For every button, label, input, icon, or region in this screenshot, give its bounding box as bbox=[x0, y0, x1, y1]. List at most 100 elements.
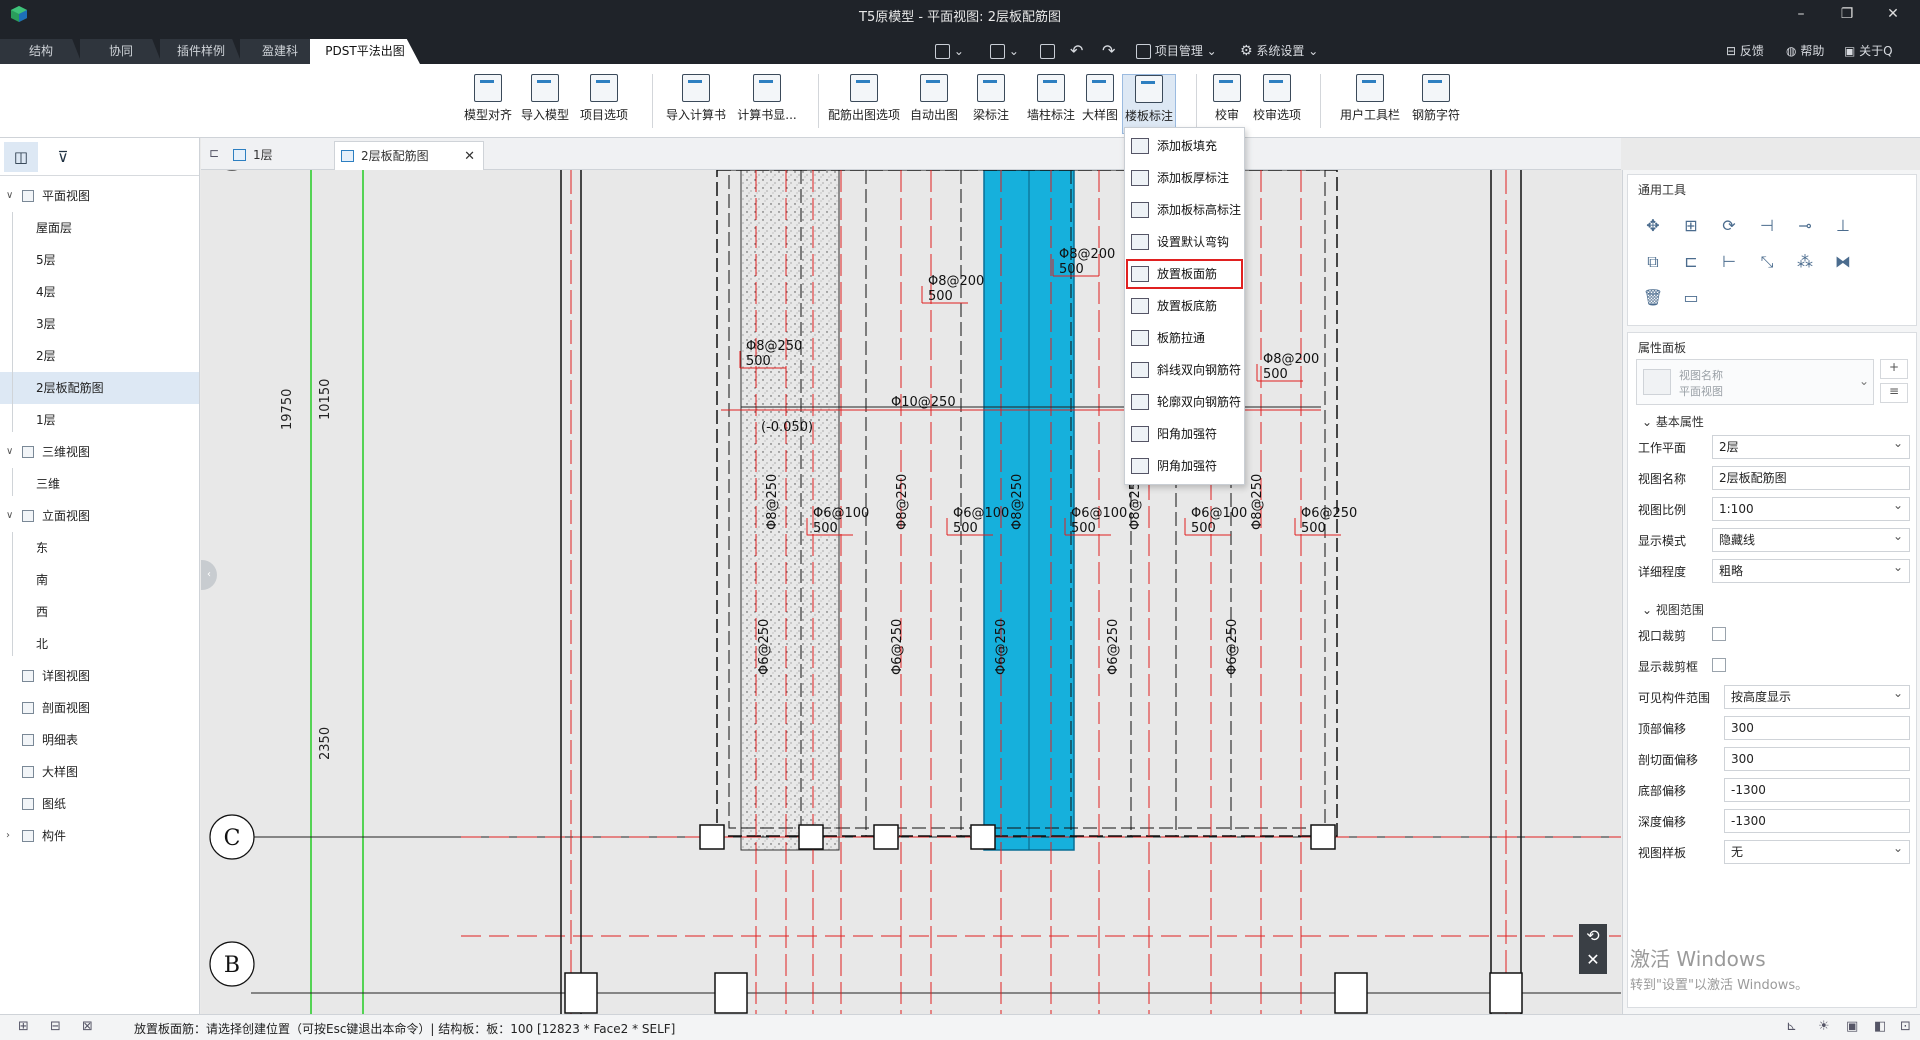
property-select[interactable]: 隐藏线 bbox=[1712, 525, 1910, 552]
tree-item[interactable]: 1层 bbox=[0, 404, 199, 436]
tree-item[interactable]: 2层 bbox=[0, 340, 199, 372]
close-widget-icon[interactable]: ✕ bbox=[1579, 948, 1607, 972]
property-checkbox[interactable] bbox=[1712, 627, 1726, 641]
tree-toggle-icon[interactable]: › bbox=[6, 820, 10, 852]
ribbon-button[interactable]: 配筋出图选项 bbox=[826, 74, 902, 134]
tree-item[interactable]: 3层 bbox=[0, 308, 199, 340]
property-select[interactable]: 1:100 bbox=[1712, 494, 1910, 521]
slab-menu-item[interactable]: 板筋拉通 bbox=[1125, 322, 1244, 354]
align-icon[interactable]: ⊢ bbox=[1718, 251, 1740, 273]
duplicate-icon[interactable]: ⧉ bbox=[1642, 251, 1664, 273]
tree-toggle-icon[interactable]: ∨ bbox=[6, 500, 13, 532]
delete-icon[interactable]: 🗑 bbox=[1642, 287, 1664, 309]
tree-item[interactable]: 明细表 bbox=[0, 724, 199, 756]
project-management-menu[interactable]: 项目管理 ⌄ bbox=[1136, 40, 1217, 62]
redo-icon[interactable]: ↷ bbox=[1102, 40, 1115, 62]
view-range-section[interactable]: ⌄ 视图范围 bbox=[1642, 601, 1704, 618]
ribbon-button[interactable]: 墙柱标注 bbox=[1024, 74, 1078, 134]
property-input[interactable]: -1300 bbox=[1724, 778, 1910, 802]
open-file-icon[interactable]: ⌄ bbox=[990, 40, 1019, 62]
measure-icon[interactable]: ▭ bbox=[1680, 287, 1702, 309]
tree-item[interactable]: 图纸 bbox=[0, 788, 199, 820]
minimize-button[interactable]: – bbox=[1778, 0, 1824, 28]
copy-icon[interactable]: ⊞ bbox=[1680, 215, 1702, 237]
view-type-selector[interactable]: 视图名称 平面视图 ⌄ bbox=[1636, 359, 1874, 405]
slab-menu-item[interactable]: 轮廓双向钢筋符 bbox=[1125, 386, 1244, 418]
property-input[interactable]: 300 bbox=[1724, 716, 1910, 740]
type-list-icon[interactable]: ≡ bbox=[1880, 383, 1908, 403]
bulb-icon[interactable]: ☀ bbox=[1818, 1019, 1830, 1034]
tree-item[interactable]: › 构件 bbox=[0, 820, 199, 852]
zoom-fit-icon[interactable]: ⊡ bbox=[1900, 1019, 1911, 1034]
tree-item[interactable]: 剖面视图 bbox=[0, 692, 199, 724]
layout-tile-icon[interactable]: ⊠ bbox=[82, 1019, 93, 1034]
close-tab-icon[interactable]: ✕ bbox=[464, 142, 475, 171]
ribbon-button[interactable]: 校审 bbox=[1212, 74, 1242, 134]
tree-item[interactable]: ∨ 平面视图 bbox=[0, 180, 199, 212]
property-input[interactable]: 300 bbox=[1724, 747, 1910, 771]
feedback-link[interactable]: ⊟ 反馈 bbox=[1726, 40, 1764, 62]
tree-item[interactable]: 2层板配筋图 bbox=[0, 372, 199, 404]
basic-props-section[interactable]: ⌄ 基本属性 bbox=[1642, 413, 1704, 430]
slab-menu-item[interactable]: 添加板标高标注 bbox=[1125, 194, 1244, 226]
tree-item[interactable]: 详图视图 bbox=[0, 660, 199, 692]
ribbon-button[interactable]: 计算书显... bbox=[730, 74, 804, 134]
about-link[interactable]: ▣ 关于Q bbox=[1844, 40, 1893, 62]
property-input[interactable]: -1300 bbox=[1724, 809, 1910, 833]
save-icon[interactable] bbox=[1040, 40, 1055, 62]
move-icon[interactable]: ✥ bbox=[1642, 215, 1664, 237]
rotate-tool-icon[interactable]: ⟳ bbox=[1718, 215, 1740, 237]
tab-list-icon[interactable]: ⊏ bbox=[209, 146, 219, 160]
ribbon-button[interactable]: 楼板标注 bbox=[1122, 74, 1176, 134]
tree-item[interactable]: ∨ 三维视图 bbox=[0, 436, 199, 468]
property-select[interactable]: 粗略 bbox=[1712, 556, 1910, 583]
drawing-canvas[interactable]: C B 19750 10150 2350 Φ8@250 500 Φ8@200 500 Φ8@200… bbox=[201, 170, 1621, 1014]
tree-item[interactable]: 大样图 bbox=[0, 756, 199, 788]
slab-menu-item[interactable]: 设置默认弯钩 bbox=[1125, 226, 1244, 258]
ribbon-button[interactable]: 导入计算书 bbox=[662, 74, 730, 134]
new-file-icon[interactable]: ⌄ bbox=[935, 40, 964, 62]
maximize-button[interactable]: ❐ bbox=[1824, 0, 1870, 28]
ribbon-button[interactable]: 钢筋字符 bbox=[1408, 74, 1464, 134]
tree-toggle-icon[interactable]: ∨ bbox=[6, 180, 13, 212]
plan-drawing[interactable]: CB19750 101502350Φ8@250500Φ8@200500Φ8@200… bbox=[201, 170, 1621, 1014]
slab-menu-item[interactable]: 添加板填充 bbox=[1125, 130, 1244, 162]
tree-item[interactable]: 屋面层 bbox=[0, 212, 199, 244]
scale-icon[interactable]: ⤡ bbox=[1756, 251, 1778, 273]
split-icon[interactable]: ⊸ bbox=[1794, 215, 1816, 237]
ribbon-button[interactable]: 梁标注 bbox=[966, 74, 1016, 134]
layout-split-icon[interactable]: ⊟ bbox=[50, 1019, 61, 1034]
layout-grid-icon[interactable]: ⊞ bbox=[18, 1019, 29, 1034]
slab-menu-item[interactable]: 阳角加强符 bbox=[1125, 418, 1244, 450]
ribbon-button[interactable]: 大样图 bbox=[1080, 74, 1120, 134]
mirror-icon[interactable]: ⧓ bbox=[1832, 251, 1854, 273]
array-icon[interactable]: ⁂ bbox=[1794, 251, 1816, 273]
slab-menu-item[interactable]: 斜线双向钢筋符 bbox=[1125, 354, 1244, 386]
undo-icon[interactable]: ↶ bbox=[1070, 40, 1083, 62]
extend-icon[interactable]: ⊥ bbox=[1832, 215, 1854, 237]
panel-toggle-icon[interactable]: ◫ bbox=[4, 142, 38, 172]
tree-item[interactable]: 北 bbox=[0, 628, 199, 660]
ribbon-button[interactable]: 导入模型 bbox=[520, 74, 570, 134]
document-tab[interactable]: 2层板配筋图 ✕ bbox=[334, 141, 484, 170]
document-tab[interactable]: 1层 bbox=[227, 141, 331, 170]
ribbon-tab[interactable]: 盈建科 bbox=[240, 39, 320, 64]
tree-item[interactable]: 4层 bbox=[0, 276, 199, 308]
slab-menu-item[interactable]: 放置板底筋 bbox=[1125, 290, 1244, 322]
ribbon-tab[interactable]: 协同 bbox=[80, 39, 162, 64]
property-checkbox[interactable] bbox=[1712, 658, 1726, 672]
cube-icon[interactable]: ◧ bbox=[1874, 1019, 1886, 1034]
property-input[interactable]: 2层板配筋图 bbox=[1712, 466, 1910, 490]
rotate-icon[interactable]: ⟲ bbox=[1579, 924, 1607, 948]
ribbon-button[interactable]: 校审选项 bbox=[1248, 74, 1306, 134]
ribbon-button[interactable]: 模型对齐 bbox=[462, 74, 514, 134]
property-select[interactable]: 按高度显示 bbox=[1724, 682, 1910, 709]
ribbon-tab[interactable]: 插件样例 bbox=[160, 39, 242, 64]
slab-menu-item[interactable]: 放置板面筋 bbox=[1125, 258, 1244, 290]
tree-item[interactable]: ∨ 立面视图 bbox=[0, 500, 199, 532]
system-settings-menu[interactable]: ⚙ 系统设置 ⌄ bbox=[1240, 40, 1318, 62]
tree-toggle-icon[interactable]: ∨ bbox=[6, 436, 13, 468]
ribbon-button[interactable]: 项目选项 bbox=[576, 74, 632, 134]
ribbon-button[interactable]: 自动出图 bbox=[908, 74, 960, 134]
snap-icon[interactable]: ⊾ bbox=[1786, 1019, 1797, 1034]
